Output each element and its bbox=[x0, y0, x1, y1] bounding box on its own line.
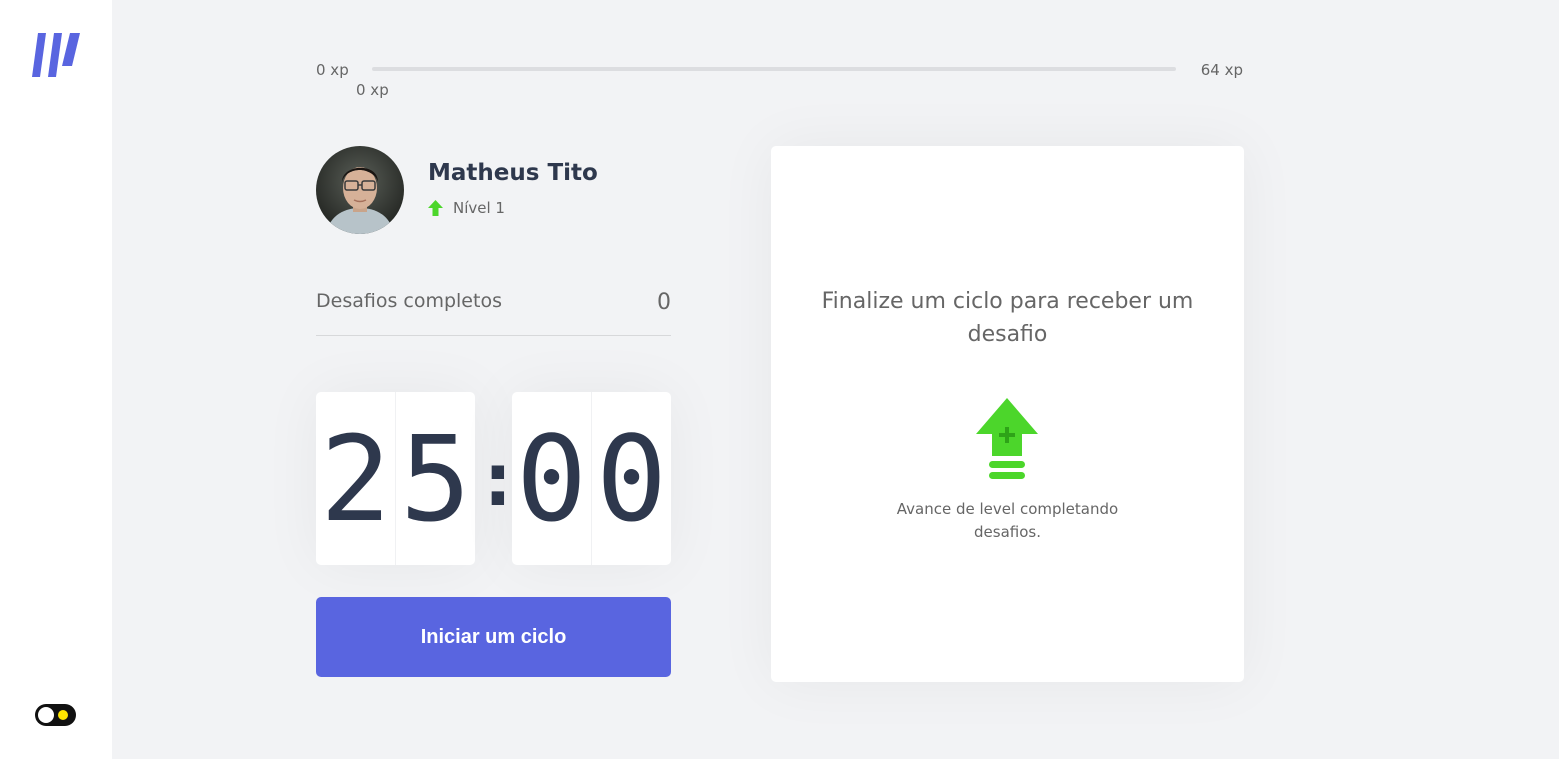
countdown-minute-ones: 5 bbox=[399, 409, 472, 548]
countdown-separator: : bbox=[475, 433, 521, 523]
level-row: Nível 1 bbox=[428, 199, 505, 217]
avatar bbox=[316, 146, 404, 234]
xp-min-label: 0 xp bbox=[316, 61, 349, 79]
xp-current-label: 0 xp bbox=[356, 81, 389, 99]
countdown-minutes: 2 5 bbox=[316, 392, 475, 565]
level-label: Nível 1 bbox=[453, 199, 505, 217]
countdown-seconds: 0 0 bbox=[512, 392, 671, 565]
challenge-box-title: Finalize um ciclo para receber um desafi… bbox=[821, 289, 1194, 347]
challenge-box: Finalize um ciclo para receber um desafi… bbox=[771, 146, 1244, 682]
logo-icon[interactable] bbox=[32, 33, 80, 77]
xp-max-label: 64 xp bbox=[1200, 61, 1243, 79]
completed-challenges-label: Desafios completos bbox=[316, 290, 502, 312]
level-up-arrow-icon bbox=[428, 200, 443, 216]
challenge-box-hint: Avance de level completando desafios. bbox=[896, 500, 1119, 541]
profile-name: Matheus Tito bbox=[428, 160, 598, 186]
toggle-indicator bbox=[58, 710, 68, 720]
countdown: 2 5 : 0 0 bbox=[316, 392, 671, 565]
completed-challenges: Desafios completos 0 bbox=[316, 290, 671, 336]
countdown-second-ones: 0 bbox=[595, 409, 668, 548]
level-up-icon bbox=[976, 398, 1038, 479]
countdown-minute-tens: 2 bbox=[316, 392, 396, 565]
xp-track bbox=[372, 67, 1176, 71]
theme-toggle-icon[interactable] bbox=[35, 704, 76, 726]
completed-challenges-count: 0 bbox=[657, 290, 671, 315]
toggle-knob bbox=[38, 707, 54, 723]
sidebar bbox=[0, 0, 112, 759]
start-cycle-button[interactable]: Iniciar um ciclo bbox=[316, 597, 671, 677]
countdown-second-tens: 0 bbox=[512, 392, 592, 565]
